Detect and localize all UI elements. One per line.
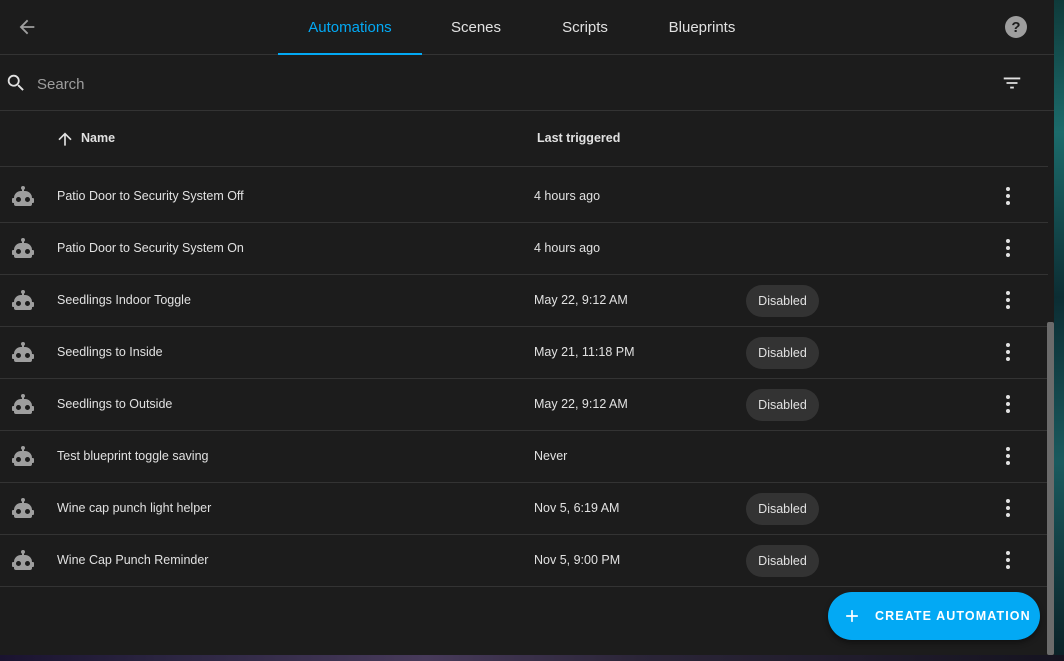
robot-icon	[12, 498, 34, 518]
automations-panel: Automations Scenes Scripts Blueprints ? …	[0, 0, 1054, 655]
scrollbar-thumb[interactable]	[1047, 322, 1054, 655]
status-badge: Disabled	[746, 337, 819, 369]
table-row[interactable]: Wine Cap Punch Reminder Nov 5, 9:00 PM D…	[0, 535, 1048, 587]
dots-vertical-icon	[1006, 551, 1010, 569]
back-button[interactable]	[11, 11, 43, 43]
tab-scripts[interactable]: Scripts	[548, 0, 622, 54]
table-row[interactable]: Patio Door to Security System On 4 hours…	[0, 223, 1048, 275]
create-automation-button[interactable]: CREATE AUTOMATION	[828, 592, 1040, 640]
tab-scenes[interactable]: Scenes	[436, 0, 516, 54]
automation-list: Patio Door to Security System Off 4 hour…	[0, 171, 1048, 587]
last-triggered: 4 hours ago	[534, 189, 601, 203]
status-badge: Disabled	[746, 545, 819, 577]
automation-name: Test blueprint toggle saving	[57, 449, 209, 463]
tab-automations[interactable]: Automations	[278, 0, 422, 55]
dots-vertical-icon	[1006, 239, 1010, 257]
dots-vertical-icon	[1006, 499, 1010, 517]
column-header-last-triggered[interactable]: Last triggered	[537, 131, 620, 145]
last-triggered: Never	[534, 449, 568, 463]
row-menu-button[interactable]	[996, 236, 1020, 260]
table-row[interactable]: Seedlings Indoor Toggle May 22, 9:12 AM …	[0, 275, 1048, 327]
table-row[interactable]: Patio Door to Security System Off 4 hour…	[0, 171, 1048, 223]
automation-name: Wine Cap Punch Reminder	[57, 553, 209, 567]
last-triggered: Nov 5, 9:00 PM	[534, 553, 621, 567]
arrow-up-icon[interactable]	[55, 129, 75, 149]
row-menu-button[interactable]	[996, 288, 1020, 312]
arrow-left-icon	[19, 19, 35, 35]
top-tab-bar: Automations Scenes Scripts Blueprints ?	[0, 0, 1054, 55]
automation-name: Seedlings to Inside	[57, 345, 163, 359]
tab-label: Automations	[308, 18, 392, 36]
tab-label: Scenes	[450, 18, 502, 36]
last-triggered: May 22, 9:12 AM	[534, 397, 628, 411]
column-header-name[interactable]: Name	[81, 131, 115, 145]
last-triggered: 4 hours ago	[534, 241, 601, 255]
search-input[interactable]	[35, 70, 939, 98]
tab-label: Scripts	[562, 18, 608, 36]
filter-button[interactable]	[1000, 71, 1024, 95]
help-circle-icon: ?	[1005, 16, 1027, 38]
dots-vertical-icon	[1006, 291, 1010, 309]
table-row[interactable]: Seedlings to Outside May 22, 9:12 AM Dis…	[0, 379, 1048, 431]
dots-vertical-icon	[1006, 395, 1010, 413]
table-row[interactable]: Test blueprint toggle saving Never	[0, 431, 1048, 483]
filter-variant-icon	[1003, 77, 1021, 89]
robot-icon	[12, 394, 34, 414]
help-button[interactable]: ?	[1004, 15, 1028, 39]
robot-icon	[12, 342, 34, 362]
tab-blueprints[interactable]: Blueprints	[656, 0, 748, 54]
row-menu-button[interactable]	[996, 340, 1020, 364]
automation-name: Patio Door to Security System Off	[57, 189, 244, 203]
last-triggered: May 21, 11:18 PM	[534, 345, 635, 359]
robot-icon	[12, 550, 34, 570]
status-badge: Disabled	[746, 493, 819, 525]
dots-vertical-icon	[1006, 187, 1010, 205]
row-menu-button[interactable]	[996, 392, 1020, 416]
automation-name: Patio Door to Security System On	[57, 241, 244, 255]
row-menu-button[interactable]	[996, 184, 1020, 208]
automation-name: Wine cap punch light helper	[57, 501, 212, 515]
row-menu-button[interactable]	[996, 444, 1020, 468]
plus-icon	[846, 610, 858, 622]
svg-text:?: ?	[1011, 19, 1020, 36]
row-menu-button[interactable]	[996, 548, 1020, 572]
row-menu-button[interactable]	[996, 496, 1020, 520]
robot-icon	[12, 290, 34, 310]
status-badge: Disabled	[746, 285, 819, 317]
robot-icon	[12, 238, 34, 258]
create-automation-label: CREATE AUTOMATION	[875, 609, 1031, 623]
table-row[interactable]: Seedlings to Inside May 21, 11:18 PM Dis…	[0, 327, 1048, 379]
desktop-background-strip	[1054, 0, 1064, 661]
dots-vertical-icon	[1006, 447, 1010, 465]
desktop-background-bottom	[0, 655, 1064, 661]
dots-vertical-icon	[1006, 343, 1010, 361]
last-triggered: Nov 5, 6:19 AM	[534, 501, 620, 515]
table-header	[0, 111, 1048, 167]
status-badge: Disabled	[746, 389, 819, 421]
automation-name: Seedlings to Outside	[57, 397, 173, 411]
tab-label: Blueprints	[668, 18, 736, 36]
last-triggered: May 22, 9:12 AM	[534, 293, 628, 307]
table-row[interactable]: Wine cap punch light helper Nov 5, 6:19 …	[0, 483, 1048, 535]
magnify-icon	[7, 74, 24, 91]
robot-icon	[12, 446, 34, 466]
automation-name: Seedlings Indoor Toggle	[57, 293, 191, 307]
robot-icon	[12, 186, 34, 206]
